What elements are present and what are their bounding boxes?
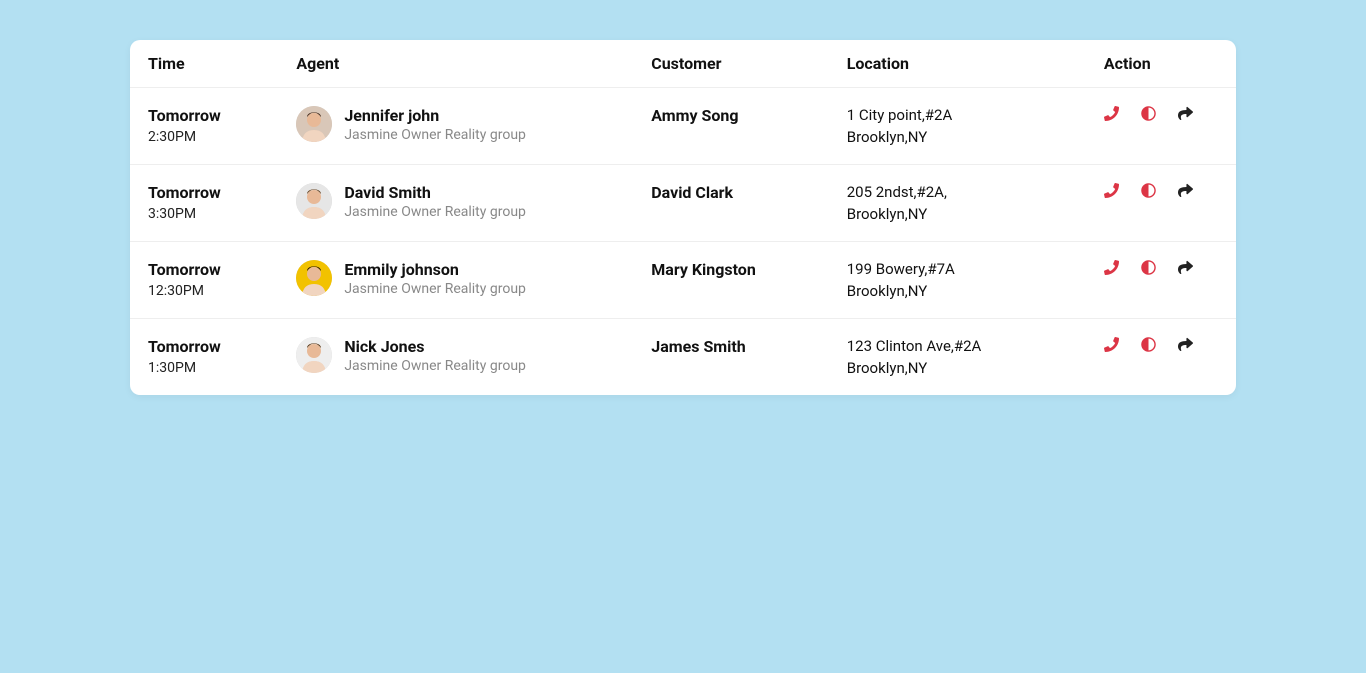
- share-icon[interactable]: [1178, 106, 1193, 121]
- time-hour: 3:30PM: [148, 206, 272, 222]
- table-row: Tomorrow 12:30PM Emmily johnson Jasmine …: [130, 242, 1236, 319]
- location-cell: 205 2ndst,#2A, Brooklyn,NY: [835, 165, 1092, 242]
- phone-icon[interactable]: [1104, 337, 1119, 352]
- contrast-icon[interactable]: [1141, 106, 1156, 121]
- col-header-location: Location: [835, 40, 1092, 88]
- agent-group: Jasmine Owner Reality group: [344, 204, 526, 220]
- col-header-customer: Customer: [639, 40, 834, 88]
- time-cell: Tomorrow 3:30PM: [130, 165, 284, 242]
- time-day: Tomorrow: [148, 260, 272, 279]
- table-header-row: Time Agent Customer Location Action: [130, 40, 1236, 88]
- location-line1: 1 City point,#2A: [847, 106, 1080, 124]
- share-icon[interactable]: [1178, 183, 1193, 198]
- table-row: Tomorrow 1:30PM Nick Jones Jasmine Owner…: [130, 319, 1236, 396]
- time-cell: Tomorrow 12:30PM: [130, 242, 284, 319]
- appointments-table: Time Agent Customer Location Action Tomo…: [130, 40, 1236, 395]
- agent-name: Nick Jones: [344, 337, 526, 356]
- action-cell: [1092, 165, 1236, 242]
- customer-name: Mary Kingston: [651, 260, 822, 279]
- customer-name: Ammy Song: [651, 106, 822, 125]
- table-row: Tomorrow 2:30PM Jennifer john Jasmine Ow…: [130, 88, 1236, 165]
- avatar: [296, 260, 332, 296]
- avatar: [296, 337, 332, 373]
- phone-icon[interactable]: [1104, 260, 1119, 275]
- contrast-icon[interactable]: [1141, 337, 1156, 352]
- time-hour: 2:30PM: [148, 129, 272, 145]
- phone-icon[interactable]: [1104, 183, 1119, 198]
- customer-cell: Ammy Song: [639, 88, 834, 165]
- agent-cell: Jennifer john Jasmine Owner Reality grou…: [284, 88, 639, 165]
- share-icon[interactable]: [1178, 260, 1193, 275]
- location-line2: Brooklyn,NY: [847, 128, 1080, 146]
- col-header-agent: Agent: [284, 40, 639, 88]
- customer-cell: James Smith: [639, 319, 834, 396]
- agent-name: David Smith: [344, 183, 526, 202]
- avatar: [296, 183, 332, 219]
- location-line1: 205 2ndst,#2A,: [847, 183, 1080, 201]
- appointments-card: Time Agent Customer Location Action Tomo…: [130, 40, 1236, 395]
- time-cell: Tomorrow 1:30PM: [130, 319, 284, 396]
- location-cell: 1 City point,#2A Brooklyn,NY: [835, 88, 1092, 165]
- agent-name: Emmily johnson: [344, 260, 526, 279]
- time-hour: 1:30PM: [148, 360, 272, 376]
- phone-icon[interactable]: [1104, 106, 1119, 121]
- agent-group: Jasmine Owner Reality group: [344, 127, 526, 143]
- time-day: Tomorrow: [148, 337, 272, 356]
- agent-name: Jennifer john: [344, 106, 526, 125]
- share-icon[interactable]: [1178, 337, 1193, 352]
- time-day: Tomorrow: [148, 106, 272, 125]
- contrast-icon[interactable]: [1141, 260, 1156, 275]
- time-cell: Tomorrow 2:30PM: [130, 88, 284, 165]
- location-cell: 199 Bowery,#7A Brooklyn,NY: [835, 242, 1092, 319]
- col-header-time: Time: [130, 40, 284, 88]
- table-row: Tomorrow 3:30PM David Smith Jasmine Owne…: [130, 165, 1236, 242]
- time-day: Tomorrow: [148, 183, 272, 202]
- contrast-icon[interactable]: [1141, 183, 1156, 198]
- agent-group: Jasmine Owner Reality group: [344, 281, 526, 297]
- time-hour: 12:30PM: [148, 283, 272, 299]
- agent-cell: Nick Jones Jasmine Owner Reality group: [284, 319, 639, 396]
- location-line2: Brooklyn,NY: [847, 205, 1080, 223]
- location-cell: 123 Clinton Ave,#2A Brooklyn,NY: [835, 319, 1092, 396]
- agent-cell: Emmily johnson Jasmine Owner Reality gro…: [284, 242, 639, 319]
- action-cell: [1092, 319, 1236, 396]
- customer-cell: Mary Kingston: [639, 242, 834, 319]
- customer-name: David Clark: [651, 183, 822, 202]
- location-line2: Brooklyn,NY: [847, 359, 1080, 377]
- action-cell: [1092, 88, 1236, 165]
- location-line1: 123 Clinton Ave,#2A: [847, 337, 1080, 355]
- col-header-action: Action: [1092, 40, 1236, 88]
- customer-name: James Smith: [651, 337, 822, 356]
- agent-cell: David Smith Jasmine Owner Reality group: [284, 165, 639, 242]
- location-line2: Brooklyn,NY: [847, 282, 1080, 300]
- avatar: [296, 106, 332, 142]
- agent-group: Jasmine Owner Reality group: [344, 358, 526, 374]
- customer-cell: David Clark: [639, 165, 834, 242]
- location-line1: 199 Bowery,#7A: [847, 260, 1080, 278]
- action-cell: [1092, 242, 1236, 319]
